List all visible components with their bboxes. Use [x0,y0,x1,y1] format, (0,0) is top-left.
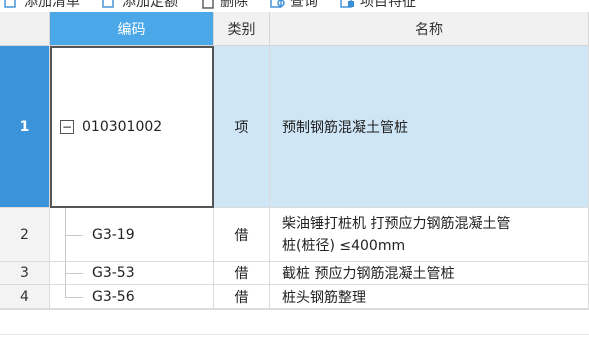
code-cell[interactable]: G3-56 [50,285,214,309]
add-list-label: 添加清单 [24,0,80,10]
code-value: G3-19 [92,226,135,243]
row-number[interactable]: 2 [0,208,50,262]
code-value: G3-56 [92,288,135,305]
code-cell-selected[interactable]: − 010301002 [50,46,214,208]
category-cell[interactable]: 项 [214,46,270,208]
project-feature-label: 项目特征 [360,0,416,10]
category-cell[interactable]: 借 [214,262,270,285]
header-corner [0,12,50,46]
row-number[interactable]: 3 [0,262,50,285]
delete-label: 删除 [220,0,248,10]
category-cell[interactable]: 借 [214,208,270,262]
name-cell[interactable]: 柴油锤打桩机 打预应力钢筋混凝土管 桩(桩径) ≤400mm [270,208,589,262]
add-quota-icon [102,0,118,9]
project-feature-button[interactable]: 项目特征 [340,0,416,11]
collapse-icon[interactable]: − [60,120,74,134]
add-quota-label: 添加定额 [122,0,178,10]
add-quota-button[interactable]: 添加定额 [102,0,178,11]
search-icon [270,0,286,9]
category-cell[interactable]: 借 [214,285,270,309]
row-number[interactable]: 1 [0,46,50,208]
name-cell[interactable]: 截桩 预应力钢筋混凝土管桩 [270,262,589,285]
name-line-1: 柴油锤打桩机 打预应力钢筋混凝土管 [282,215,511,232]
header-name[interactable]: 名称 [270,12,589,46]
name-line-2: 桩(桩径) ≤400mm [282,237,406,254]
bottom-divider [0,334,589,349]
header-category[interactable]: 类别 [214,12,270,46]
code-value: 010301002 [82,119,163,135]
code-cell[interactable]: G3-19 [50,208,214,262]
delete-button[interactable]: 删除 [200,0,248,11]
feature-icon [340,0,356,9]
trash-icon [200,0,216,9]
row-number[interactable]: 4 [0,285,50,309]
search-button[interactable]: 查询 [270,0,318,11]
add-list-icon [4,0,20,9]
toolbar: 添加清单 添加定额 删除 查询 项目特征 [0,0,589,12]
name-cell[interactable]: 桩头钢筋整理 [270,285,589,309]
code-value: G3-53 [92,265,135,281]
header-code[interactable]: 编码 [50,12,214,46]
code-cell[interactable]: G3-53 [50,262,214,285]
add-list-button[interactable]: 添加清单 [4,0,80,11]
name-cell[interactable]: 预制钢筋混凝土管桩 [270,46,589,208]
search-label: 查询 [290,0,318,10]
